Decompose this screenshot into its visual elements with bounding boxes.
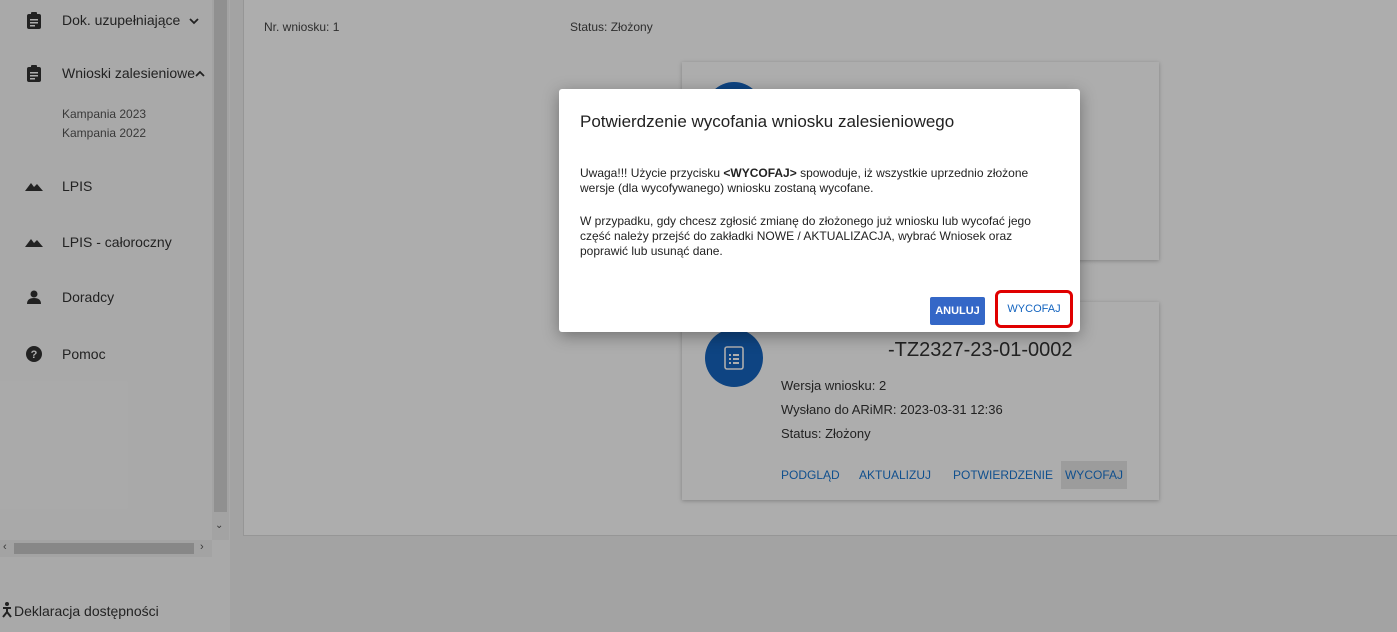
dialog-warning-text: Uwaga!!! Użycie przycisku <WYCOFAJ> spow… — [580, 166, 1060, 196]
withdraw-confirmation-dialog: Potwierdzenie wycofania wniosku zalesien… — [559, 89, 1080, 332]
cancel-button[interactable]: ANULUJ — [930, 297, 985, 325]
dialog-title: Potwierdzenie wycofania wniosku zalesien… — [580, 112, 955, 131]
confirm-withdraw-button[interactable]: WYCOFAJ — [995, 290, 1073, 328]
dialog-info-text: W przypadku, gdy chcesz zgłosić zmianę d… — [580, 214, 1031, 258]
warning-text-start: Uwaga!!! Użycie przycisku — [580, 166, 724, 180]
warning-text-bold: <WYCOFAJ> — [723, 166, 797, 180]
